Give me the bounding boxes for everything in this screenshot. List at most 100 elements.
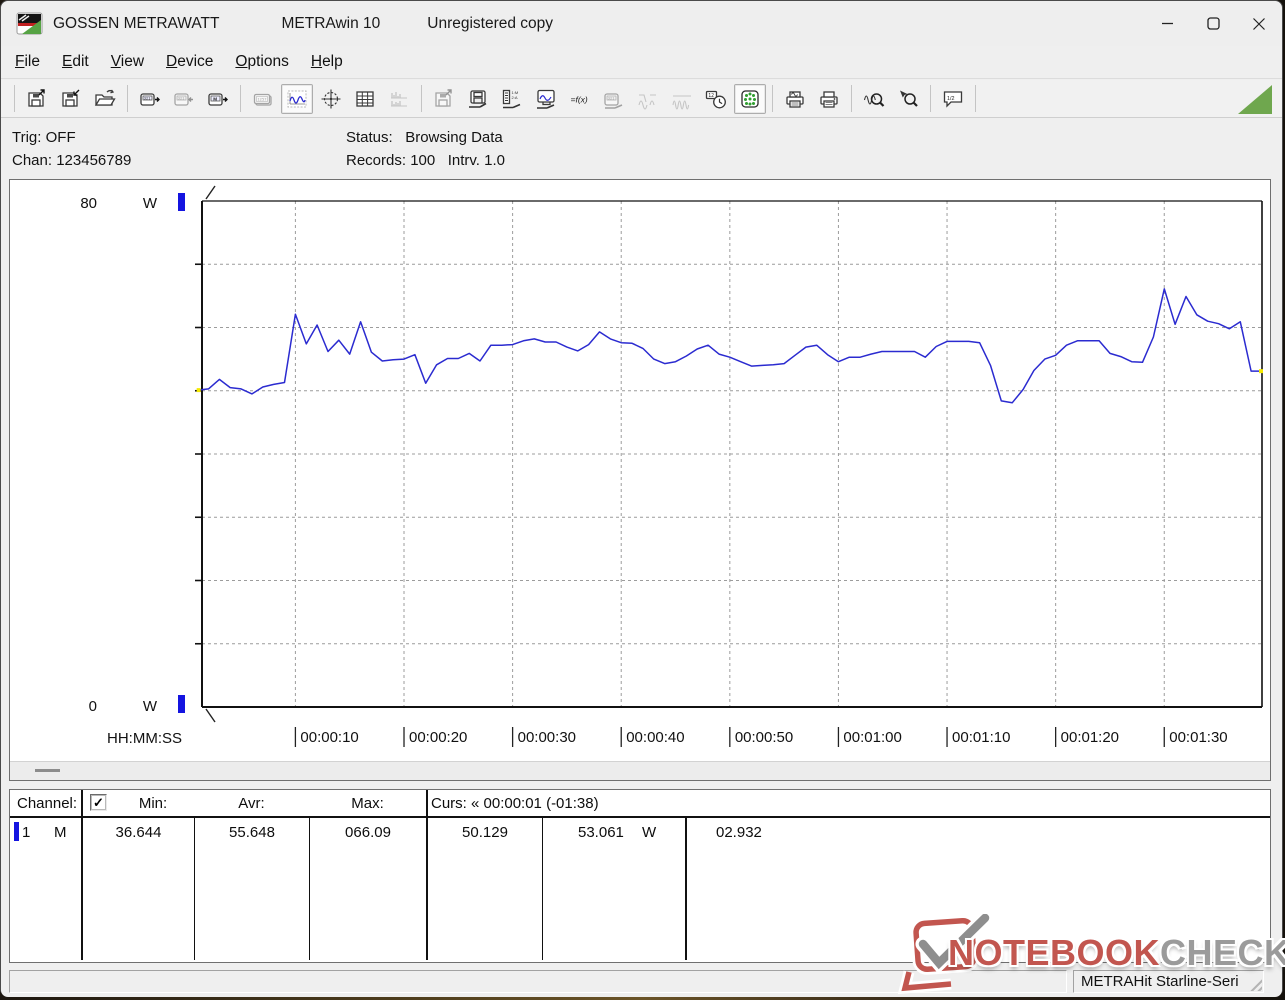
axis-corner-mark xyxy=(206,186,215,199)
stats-table-header: Channel: ✓ Min: Avr: Max: Curs: « 00:00:… xyxy=(10,790,1270,818)
y-min-channel-marker xyxy=(178,695,185,713)
row-delta-value: 02.932 xyxy=(716,824,762,841)
col-cursor-label: Curs: « 00:00:01 (-01:38) xyxy=(431,795,599,812)
svg-text:321: 321 xyxy=(144,96,151,100)
device-to-disk-button[interactable] xyxy=(462,84,494,114)
toolbar-separator xyxy=(772,85,773,112)
svg-text:12: 12 xyxy=(708,93,714,99)
title-bar: GOSSEN METRAWATT METRAwin 10 Unregistere… xyxy=(1,1,1282,46)
print-button[interactable] xyxy=(813,84,845,114)
x-tick-label: 00:01:20 xyxy=(1061,729,1119,746)
toolbar-separator xyxy=(421,85,422,112)
row-cursor1-value: 50.129 xyxy=(428,824,542,841)
x-tick-label: 00:00:40 xyxy=(626,729,684,746)
row-unit: W xyxy=(642,824,656,841)
row-cursor2-value: 53.061 xyxy=(578,824,624,841)
wave-train-button xyxy=(666,84,698,114)
channel-color-marker xyxy=(14,822,19,841)
x-axis-format-label: HH:MM:SS xyxy=(107,730,182,747)
channel-list-status: Chan: 123456789 xyxy=(12,149,131,172)
menu-help[interactable]: Help xyxy=(300,49,354,75)
chart-scrollbar[interactable] xyxy=(10,761,1270,780)
table-divider xyxy=(81,790,83,960)
file-import-button[interactable] xyxy=(55,84,87,114)
file-export-button[interactable] xyxy=(21,84,53,114)
menu-options[interactable]: Options xyxy=(224,49,299,75)
menu-edit[interactable]: Edit xyxy=(51,49,100,75)
x-tick-label: 00:00:20 xyxy=(409,729,467,746)
svg-text:321: 321 xyxy=(608,96,615,100)
status-bar: METRAHit Starline-Seri xyxy=(1,967,1282,997)
col-min-label: Min: xyxy=(110,795,196,812)
acquisition-info-strip: Trig: OFF Chan: 123456789 Status: Browsi… xyxy=(1,119,1282,179)
meter-status-button[interactable] xyxy=(734,84,766,114)
zoom-cursor-button[interactable] xyxy=(892,84,924,114)
print-preview-button[interactable] xyxy=(779,84,811,114)
maximize-button[interactable] xyxy=(1190,4,1236,44)
file-open-button[interactable] xyxy=(89,84,121,114)
table-divider xyxy=(542,818,543,960)
export-disk-button xyxy=(428,84,460,114)
menu-view[interactable]: View xyxy=(100,49,155,75)
statusbar-device-panel: METRAHit Starline-Seri xyxy=(1073,970,1264,993)
x-tick-label: 00:01:10 xyxy=(952,729,1010,746)
cursor-2-marker[interactable] xyxy=(1259,369,1263,373)
x-tick-label: 00:00:10 xyxy=(300,729,358,746)
channel-list-button[interactable]: 1:M2:A xyxy=(496,84,528,114)
formula-button[interactable]: =f(x) xyxy=(564,84,596,114)
device-probe-button: 321 xyxy=(598,84,630,114)
minimize-button[interactable] xyxy=(1144,4,1190,44)
y-axis-unit-top: W xyxy=(143,195,158,212)
resize-grip[interactable] xyxy=(1247,976,1262,991)
statusbar-message-panel xyxy=(9,970,1067,993)
browse-status: Status: Browsing Data xyxy=(346,126,505,149)
table-divider xyxy=(685,818,687,960)
svg-text:M: M xyxy=(213,96,217,101)
device-write-button: 321 xyxy=(168,84,200,114)
row-channel-mode: M xyxy=(54,824,67,841)
row-max-value: 066.09 xyxy=(310,824,426,841)
table-view-button[interactable] xyxy=(349,84,381,114)
menu-file[interactable]: File xyxy=(4,49,51,75)
toolbar-separator xyxy=(127,85,128,112)
notes-button[interactable]: 1/2 xyxy=(937,84,969,114)
zoom-curve-button[interactable] xyxy=(858,84,890,114)
channel-visible-checkbox[interactable]: ✓ xyxy=(90,794,107,811)
toolbar-separator xyxy=(14,85,15,112)
chart-yt-button[interactable] xyxy=(281,84,313,114)
svg-text:2:A: 2:A xyxy=(512,95,518,100)
histogram-button xyxy=(383,84,415,114)
table-divider xyxy=(426,790,428,960)
device-read-button[interactable]: 321 xyxy=(134,84,166,114)
corner-green-triangle-icon xyxy=(1238,85,1272,114)
trigger-status: Trig: OFF xyxy=(12,126,131,149)
chart-scrollbar-thumb[interactable] xyxy=(35,769,60,772)
time-clock-button[interactable]: 12 xyxy=(700,84,732,114)
metrawin-window: GOSSEN METRAWATT METRAwin 10 Unregistere… xyxy=(0,0,1283,996)
app-vendor-title: GOSSEN METRAWATT xyxy=(53,15,219,33)
menu-device[interactable]: Device xyxy=(155,49,224,75)
close-button[interactable] xyxy=(1236,4,1282,44)
x-tick-label: 00:01:30 xyxy=(1169,729,1227,746)
svg-text:=f(x): =f(x) xyxy=(571,94,588,104)
device-memory-button[interactable]: M xyxy=(202,84,234,114)
desktop: GOSSEN METRAWATT METRAwin 10 Unregistere… xyxy=(0,0,1285,1000)
connected-device-name: METRAHit Starline-Seri xyxy=(1081,973,1239,990)
toolbar-separator xyxy=(975,85,976,112)
svg-text:1/2: 1/2 xyxy=(947,95,955,101)
chart-xy-button[interactable] xyxy=(315,84,347,114)
col-avr-label: Avr: xyxy=(194,795,309,812)
x-tick-label: 00:00:30 xyxy=(518,729,576,746)
toolbar-separator xyxy=(240,85,241,112)
live-monitor-button[interactable] xyxy=(530,84,562,114)
svg-text:1257: 1257 xyxy=(257,96,266,101)
y-axis-min-label: 0 xyxy=(89,698,97,715)
cursor-1-marker[interactable] xyxy=(197,388,201,392)
chart-canvas[interactable]: 80W0WHH:MM:SS00:00:1000:00:2000:00:3000:… xyxy=(10,180,1270,762)
app-logo-icon xyxy=(16,12,43,35)
toolbar-separator xyxy=(851,85,852,112)
svg-text:321: 321 xyxy=(178,96,185,100)
stats-table: Channel: ✓ Min: Avr: Max: Curs: « 00:00:… xyxy=(9,789,1271,963)
row-min-value: 36.644 xyxy=(83,824,194,841)
x-tick-label: 00:00:50 xyxy=(735,729,793,746)
